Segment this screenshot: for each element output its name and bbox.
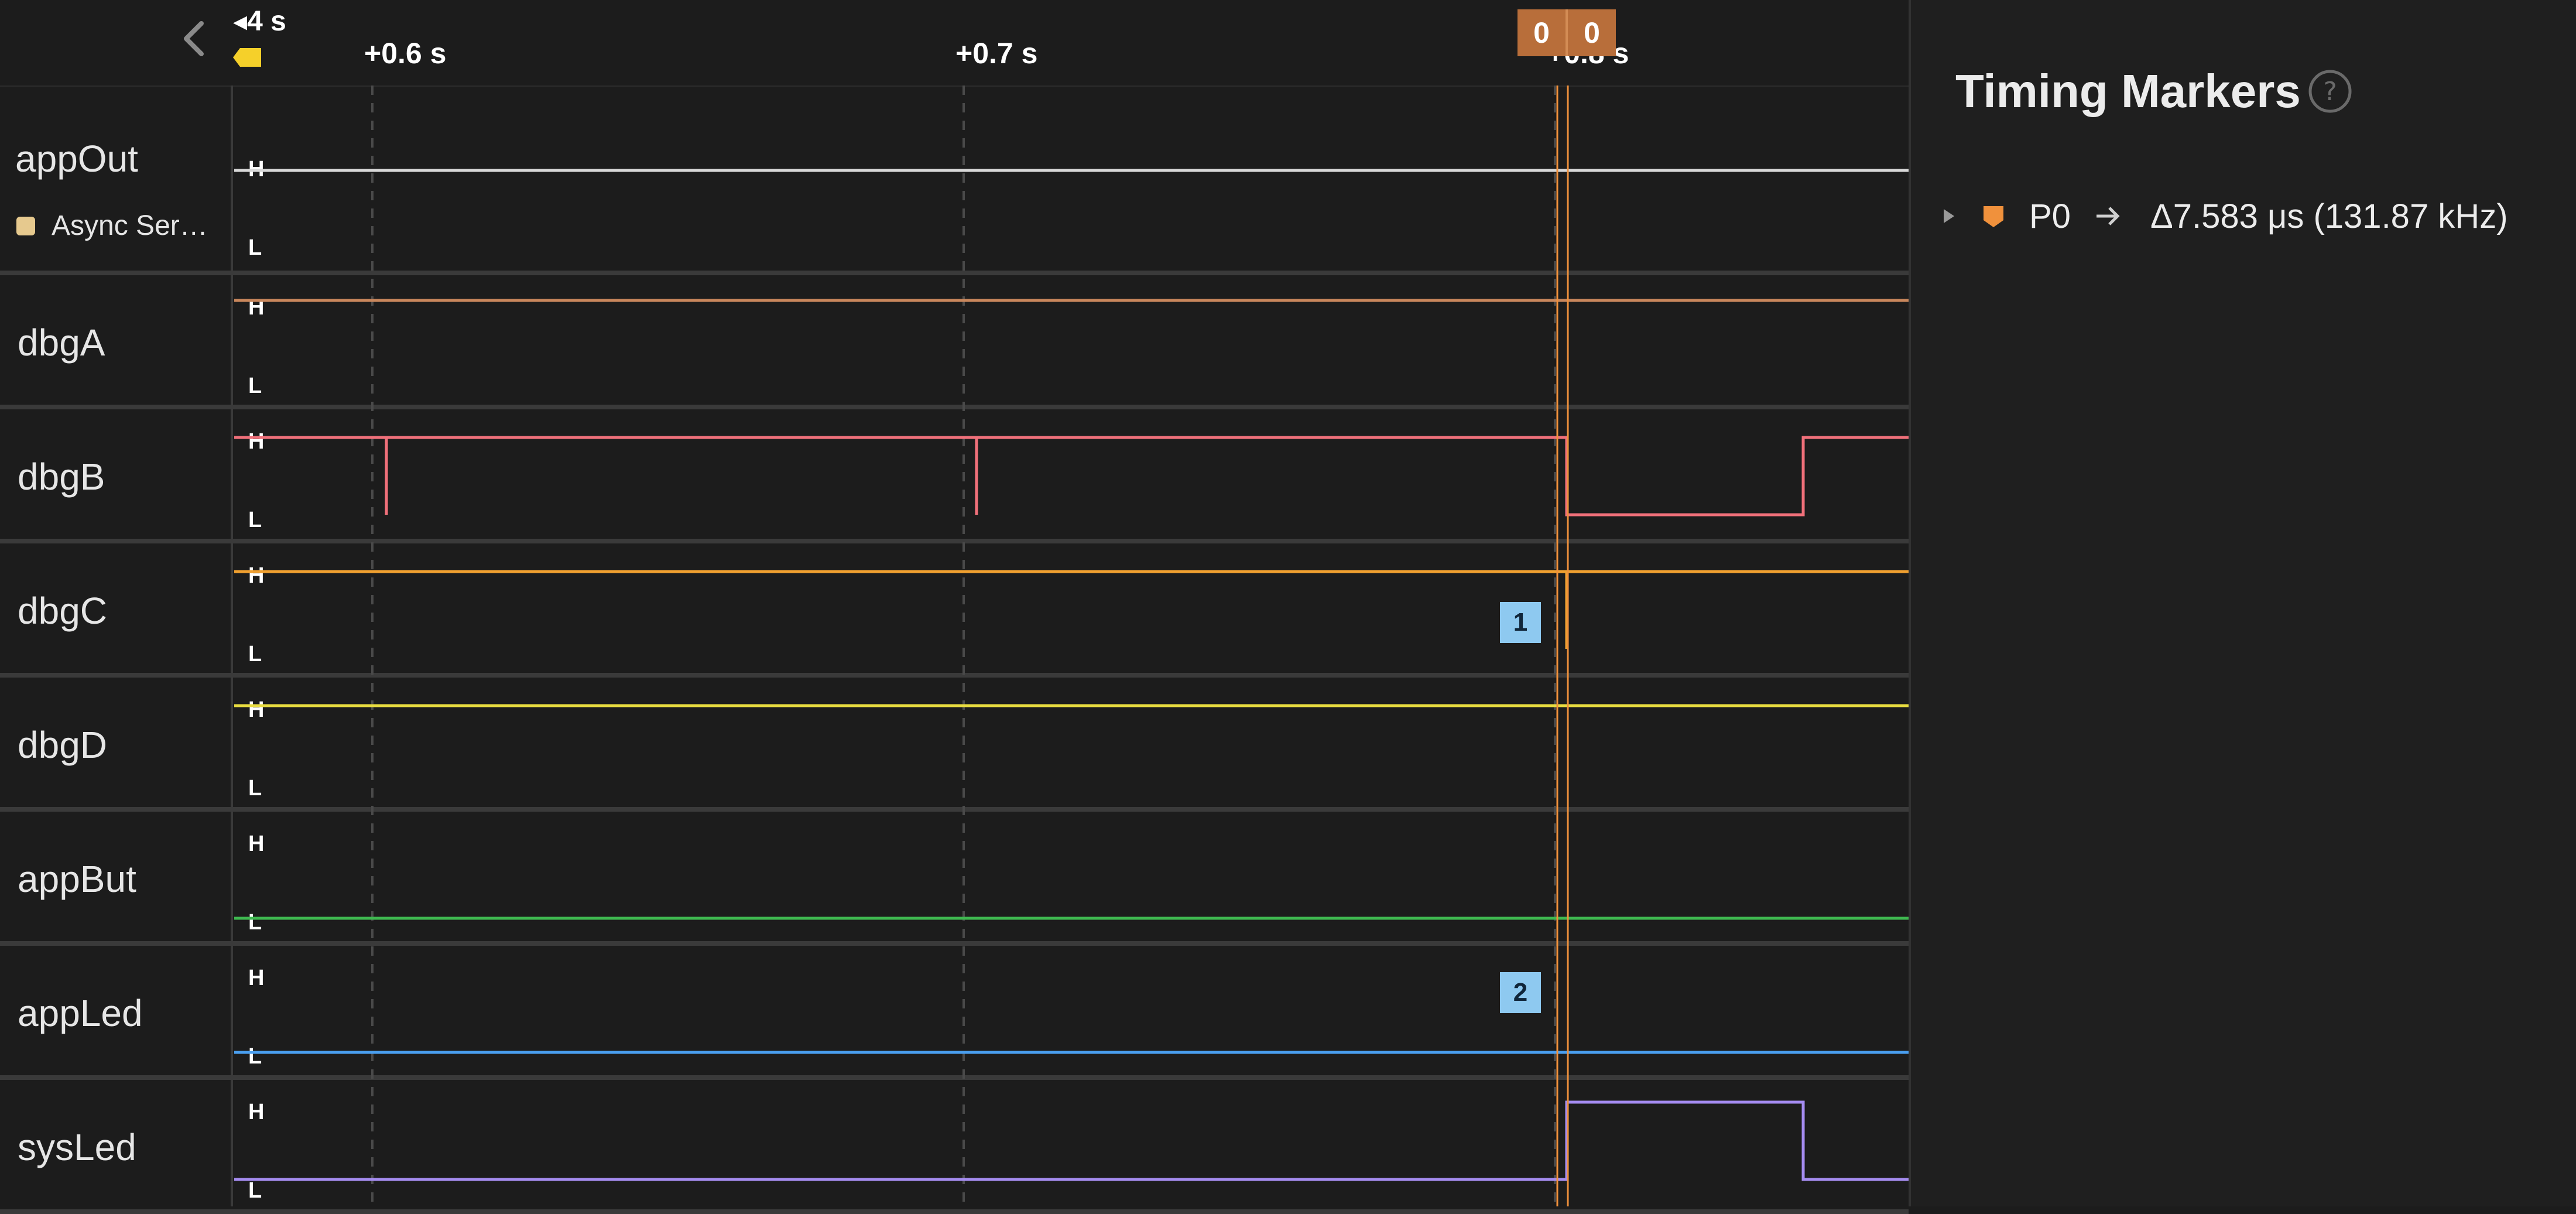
level-low-label: L (248, 1044, 262, 1069)
level-high-label: H (248, 832, 265, 856)
lane-appbut[interactable]: appBut H L (0, 812, 1909, 946)
level-high-label: H (248, 697, 265, 722)
panel-title: Timing Markers (1955, 65, 2301, 117)
timing-markers-panel: Timing Markers ? P0 Δ7.583 μs (131.87 kH… (1909, 0, 2576, 1206)
level-high-label: H (248, 429, 265, 454)
ruler-start-label: ◂4 s (233, 6, 286, 37)
lane-appout[interactable]: appOut Async Ser… H L (0, 86, 1909, 275)
annotation-badge-2[interactable]: 2 (1500, 972, 1541, 1013)
level-high-label: H (248, 295, 265, 320)
channel-name-dbgd[interactable]: dbgD (18, 723, 107, 767)
channel-name-dbgb[interactable]: dbgB (18, 455, 105, 498)
help-icon[interactable]: ? (2307, 68, 2354, 115)
expand-triangle-icon[interactable] (1937, 204, 1960, 228)
analyzer-label-async-serial[interactable]: Async Ser… (16, 210, 208, 242)
lane-dbgc[interactable]: dbgC H L (0, 543, 1909, 678)
lane-dbgd[interactable]: dbgD H L (0, 678, 1909, 812)
level-low-label: L (248, 1178, 262, 1203)
analyzer-name: Async Ser… (52, 210, 208, 241)
time-ruler[interactable]: ◂4 s +0.6 s +0.7 s +0.8 s 0 0 (0, 0, 1909, 87)
lane-appled[interactable]: appLed H L (0, 946, 1909, 1080)
marker-delta: Δ7.583 μs (131.87 kHz) (2150, 197, 2508, 235)
analyzer-color-swatch (16, 216, 35, 235)
marker-name: P0 (2029, 197, 2071, 235)
annotation-badge-1[interactable]: 1 (1500, 602, 1541, 643)
waveform-panel[interactable]: ◂4 s +0.6 s +0.7 s +0.8 s 0 0 appOut Asy… (0, 0, 1909, 1214)
level-low-label: L (248, 910, 262, 935)
level-high-label: H (248, 1100, 265, 1124)
svg-text:?: ? (2323, 77, 2337, 107)
marker-tag-start: 0 (1517, 9, 1568, 56)
timing-marker-row[interactable]: P0 Δ7.583 μs (131.87 kHz) (1937, 190, 2508, 242)
tick-label-0: +0.6 s (364, 37, 447, 70)
lane-dbgb[interactable]: dbgB H L (0, 409, 1909, 543)
marker-tag-end: 0 (1584, 16, 1600, 49)
level-low-label: L (248, 642, 262, 666)
channel-name-sysled[interactable]: sysLed (18, 1126, 136, 1169)
channel-name-appbut[interactable]: appBut (18, 857, 136, 901)
arrow-right-icon (2096, 207, 2120, 225)
timeline-flag-icon[interactable] (233, 47, 262, 68)
channel-name-dbgc[interactable]: dbgC (18, 589, 107, 632)
channel-lanes: appOut Async Ser… H L dbgA H LdbgB H LdbgC H L… (0, 86, 1909, 1214)
level-high-label: H (248, 157, 265, 182)
channel-name-appled[interactable]: appLed (18, 991, 143, 1035)
channel-name-dbga[interactable]: dbgA (18, 321, 105, 364)
level-low-label: L (248, 508, 262, 532)
chevron-left-icon[interactable] (171, 15, 218, 62)
level-low-label: L (248, 235, 262, 260)
level-low-label: L (248, 374, 262, 398)
level-high-label: H (248, 563, 265, 588)
marker-pin-icon (1984, 206, 2003, 227)
level-high-label: H (248, 966, 265, 990)
lane-dbga[interactable]: dbgA H L (0, 275, 1909, 409)
lane-sysled[interactable]: sysLed H L (0, 1080, 1909, 1214)
marker-tag[interactable]: 0 0 (1517, 9, 1616, 56)
channel-name-appout[interactable]: appOut (15, 137, 138, 180)
tick-label-1: +0.7 s (955, 37, 1038, 70)
level-low-label: L (248, 776, 262, 801)
